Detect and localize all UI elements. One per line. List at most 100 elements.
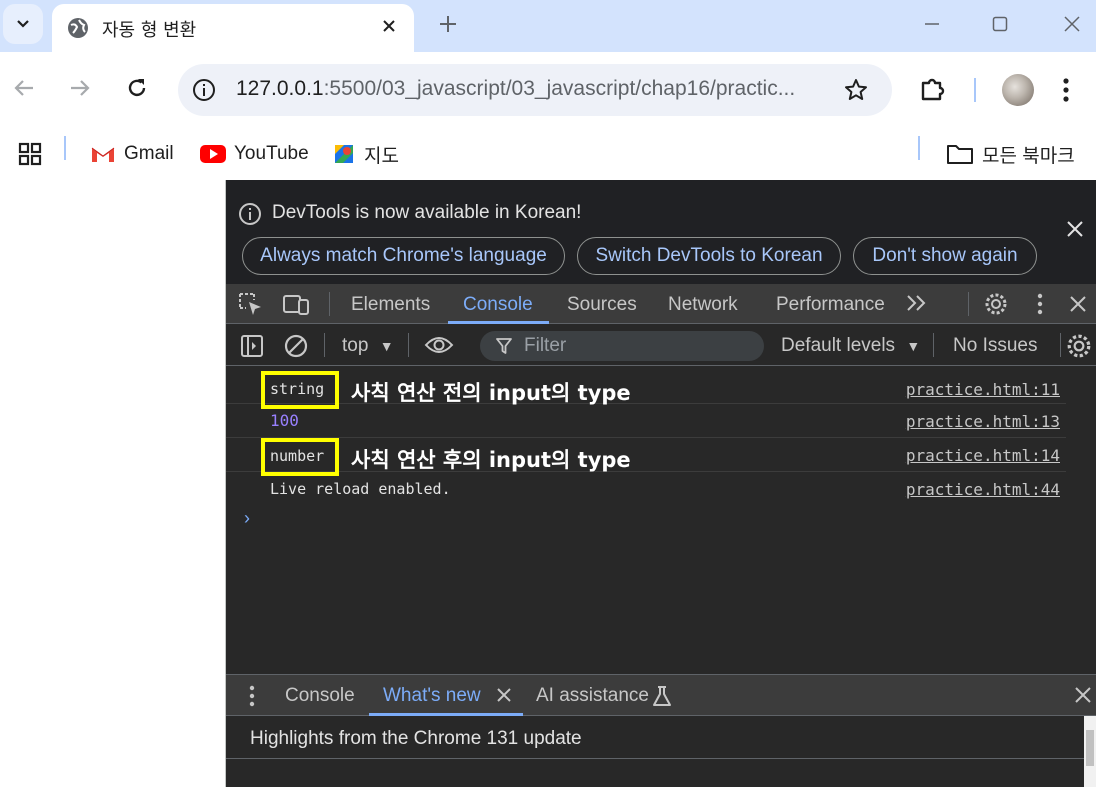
reload-button[interactable] [119,70,155,106]
toolbar-separator [933,333,934,357]
source-link[interactable]: practice.html:13 [906,412,1060,431]
match-language-button[interactable]: Always match Chrome's language [242,237,565,275]
caret-down-icon: ▼ [379,338,394,354]
close-icon [1067,221,1083,237]
apps-button[interactable] [18,136,42,172]
log-levels-dropdown[interactable]: Default levels ▼ [781,335,920,357]
minimize-icon [925,23,939,25]
source-link[interactable]: practice.html:44 [906,480,1060,499]
youtube-icon [200,145,226,163]
toolbar-separator [408,333,409,357]
console-filter-input[interactable]: Filter [480,331,764,361]
bookmark-divider [64,136,66,160]
star-icon [845,79,867,100]
devtools-menu-icon[interactable] [1036,292,1044,316]
eye-icon[interactable] [424,334,454,356]
globe-icon [66,16,90,40]
drawer-tab-ai-assistance[interactable]: AI assistance [536,685,649,707]
maximize-icon [992,16,1008,32]
bookmarks-bar: Gmail YouTube 지도 모든 북마크 [0,128,1096,180]
bookmark-label: Gmail [124,143,174,164]
infobar-message: DevTools is now available in Korean! [272,202,582,223]
annotation-text: 사칙 연산 전의 input의 type [351,381,631,405]
message-text: string [270,380,325,398]
tab-performance[interactable]: Performance [776,294,885,316]
reload-icon [128,79,146,97]
clear-console-icon[interactable] [283,333,309,359]
filter-placeholder: Filter [524,335,567,356]
source-link[interactable]: practice.html:14 [906,446,1060,465]
address-bar[interactable]: 127.0.0.1:5500/03_javascript/03_javascri… [178,64,892,116]
url-host: 127.0.0.1 [236,77,324,100]
source-link[interactable]: practice.html:11 [906,380,1060,399]
bookmark-maps[interactable]: 지도 [332,136,399,172]
all-bookmarks-label: 모든 북마크 [982,145,1075,167]
console-settings-icon[interactable] [1066,333,1092,359]
more-tabs-icon[interactable] [906,294,928,312]
tab-title: 자동 형 변환 [102,20,197,41]
tab-console[interactable]: Console [463,294,533,316]
back-button[interactable] [6,70,42,106]
drawer-tab-console[interactable]: Console [285,685,355,707]
console-message[interactable]: 100 practice.html:13 [226,404,1066,438]
console-message[interactable]: number 사칙 연산 후의 input의 type practice.htm… [226,438,1066,476]
close-icon [383,20,395,32]
context-label: top [342,335,369,356]
sidebar-toggle-icon[interactable] [240,334,264,358]
tab-sources[interactable]: Sources [567,294,637,316]
console-message[interactable]: string 사칙 연산 전의 input의 type practice.htm… [226,366,1066,409]
bookmark-youtube[interactable]: YouTube [200,136,309,172]
console-prompt[interactable]: › [244,508,250,529]
drawer-tab-whats-new[interactable]: What's new [383,685,481,707]
new-tab-button[interactable] [434,10,462,38]
message-number: 100 [270,411,299,430]
site-info-icon[interactable] [190,76,218,104]
puzzle-icon [921,78,945,101]
tab-search-button[interactable] [3,4,43,44]
close-devtools-icon[interactable] [1069,295,1087,313]
inspect-element-icon[interactable] [238,292,264,316]
close-icon [1064,16,1080,32]
message-text: Live reload enabled. [270,480,451,498]
annotation-text: 사칙 연산 후의 input의 type [351,448,631,472]
devtools-tab-bar: Elements Console Sources Network Perform… [226,284,1096,324]
toolbar-separator [1060,333,1061,357]
console-message[interactable]: Live reload enabled. practice.html:44 [226,472,1066,506]
tab-separator [329,292,330,316]
device-toolbar-icon[interactable] [282,292,310,316]
maximize-button[interactable] [980,8,1020,40]
settings-gear-icon[interactable] [984,292,1008,316]
window-close-button[interactable] [1052,8,1092,40]
switch-to-korean-button[interactable]: Switch DevTools to Korean [577,237,841,275]
tab-elements[interactable]: Elements [351,294,430,316]
close-drawer-icon[interactable] [1074,686,1092,704]
dont-show-again-button[interactable]: Don't show again [853,237,1037,275]
bookmark-gmail[interactable]: Gmail [90,136,174,172]
maps-icon [335,145,353,163]
chrome-menu-button[interactable] [1062,76,1070,104]
tab-network[interactable]: Network [668,294,738,316]
context-selector[interactable]: top ▼ [342,335,394,357]
browser-tab[interactable]: 자동 형 변환 [52,4,414,52]
tab-separator [968,292,969,316]
gmail-icon [91,147,115,162]
all-bookmarks-button[interactable]: 모든 북마크 [946,136,1075,172]
folder-icon [947,145,973,164]
scrollbar-thumb[interactable] [1086,730,1094,766]
bookmark-star-button[interactable] [842,76,870,104]
extensions-button[interactable] [918,74,948,104]
drawer-scrollbar[interactable] [1084,716,1096,787]
forward-button[interactable] [62,70,98,106]
close-tab-icon[interactable] [496,687,512,703]
drawer-menu-icon[interactable] [248,684,256,708]
minimize-button[interactable] [912,8,952,40]
url-text[interactable]: 127.0.0.1:5500/03_javascript/03_javascri… [236,77,795,101]
apps-grid-icon [18,142,42,166]
profile-avatar[interactable] [1002,74,1034,106]
tab-close-button[interactable] [377,14,401,38]
infobar-close-button[interactable] [1066,220,1084,238]
bookmark-label: YouTube [234,143,309,164]
issues-counter[interactable]: No Issues [953,335,1037,357]
toolbar-divider [974,78,976,102]
arrow-left-icon [14,80,33,96]
